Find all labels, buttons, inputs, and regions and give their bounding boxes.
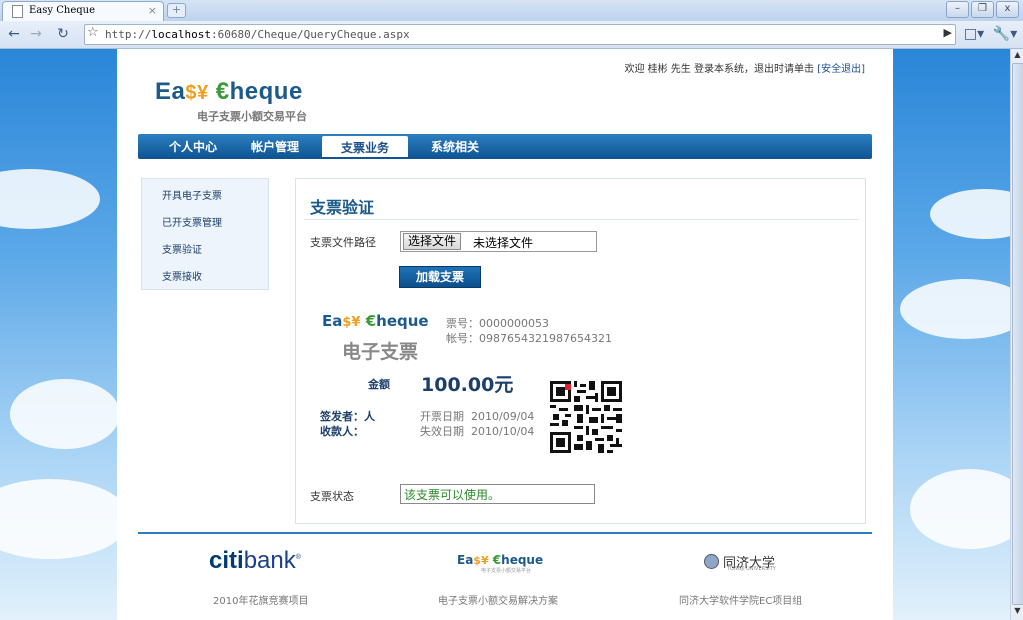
page-content: 欢迎 桂彬 先生 登录本系统，退出时请单击 [安全退出] Ea$¥ €heque… <box>117 49 893 620</box>
panel-title: 支票验证 <box>310 198 375 217</box>
forward-icon[interactable]: → <box>27 25 45 43</box>
payee-label: 收款人： <box>320 425 364 438</box>
back-icon[interactable]: ← <box>5 25 23 43</box>
welcome-text: 欢迎 桂彬 先生 登录本系统，退出时请单击 [安全退出] <box>624 60 865 75</box>
browser-titlebar: Easy Cheque × + – ❐ x <box>0 0 1023 22</box>
cheque-status-field[interactable]: 该支票可以使用。 <box>400 484 595 504</box>
load-cheque-button[interactable]: 加载支票 <box>399 266 481 288</box>
main-nav: 个人中心 帐户管理 支票业务 系统相关 <box>138 134 872 159</box>
background-cloud <box>930 189 1010 239</box>
tab-close-icon[interactable]: × <box>148 4 157 17</box>
scrollbar-thumb[interactable] <box>1012 63 1023 605</box>
sidebar-item-issued-cheques[interactable]: 已开支票管理 <box>162 214 222 229</box>
sidebar-item-verify-cheque[interactable]: 支票验证 <box>162 241 202 256</box>
scroll-up-icon[interactable]: ▲ <box>1011 50 1023 62</box>
background-cloud <box>0 479 130 559</box>
background-cloud <box>0 169 100 229</box>
scroll-down-icon[interactable]: ▼ <box>1011 606 1023 618</box>
footer-easycheque-logo: Ea$¥ €heque <box>457 553 544 567</box>
issue-date: 开票日期 2010/09/04 <box>420 410 535 423</box>
file-status-text: 未选择文件 <box>473 236 534 250</box>
new-tab-button[interactable]: + <box>167 3 186 18</box>
wrench-menu-icon[interactable]: 🔧▾ <box>992 25 1018 43</box>
cheque-title: 电子支票 <box>342 341 419 363</box>
address-bar[interactable]: ☆ http://localhost:60680/Cheque/QueryChe… <box>84 24 956 45</box>
cheque-file-input[interactable]: 选择文件 未选择文件 <box>400 231 597 252</box>
reload-icon[interactable]: ↻ <box>54 25 72 43</box>
citibank-logo: citibank® <box>209 547 301 574</box>
bookmark-star-icon[interactable]: ☆ <box>87 25 99 40</box>
page-viewport: 欢迎 桂彬 先生 登录本系统，退出时请单击 [安全退出] Ea$¥ €heque… <box>0 49 1010 620</box>
nav-personal-center[interactable]: 个人中心 <box>169 138 217 155</box>
qr-code-image <box>550 381 622 453</box>
vertical-scrollbar[interactable]: ▲ ▼ <box>1010 49 1023 620</box>
tongji-caption: 同济大学软件学院EC项目组 <box>679 596 803 607</box>
amount-value: 100.00元 <box>421 374 514 396</box>
cheque-account: 帐号：0987654321987654321 <box>446 332 612 345</box>
issuer-label: 签发者：人 <box>320 410 375 423</box>
cheque-number: 票号：0000000053 <box>446 317 549 330</box>
sidebar-item-issue-cheque[interactable]: 开具电子支票 <box>162 187 222 202</box>
nav-cheque-business[interactable]: 支票业务 <box>322 136 409 157</box>
background-cloud <box>900 279 1010 339</box>
footer-divider <box>138 532 872 534</box>
tongji-subtitle: TONGJI UNIVERSITY <box>727 566 776 572</box>
choose-file-button[interactable]: 选择文件 <box>403 233 462 250</box>
logout-link[interactable]: [安全退出] <box>817 64 865 75</box>
sidebar-item-receive-cheque[interactable]: 支票接收 <box>162 268 202 283</box>
status-label: 支票状态 <box>310 490 354 503</box>
sidebar: 开具电子支票 已开支票管理 支票验证 支票接收 <box>141 178 269 290</box>
url-text: http://localhost:60680/Cheque/QueryChequ… <box>105 28 410 41</box>
background-cloud <box>910 469 1010 549</box>
welcome-message: 欢迎 桂彬 先生 登录本系统，退出时请单击 <box>624 64 814 75</box>
page-menu-icon[interactable]: □▾ <box>962 25 986 43</box>
background-cloud <box>10 379 120 449</box>
page-icon <box>12 5 23 18</box>
nav-account-management[interactable]: 帐户管理 <box>251 138 299 155</box>
cheque-logo: Ea$¥ €heque <box>322 312 429 330</box>
logo-subtitle: 电子支票小额交易平台 <box>197 110 307 123</box>
browser-toolbar: ← → ↻ ☆ http://localhost:60680/Cheque/Qu… <box>0 21 1023 49</box>
tab-title: Easy Cheque <box>29 5 95 16</box>
easycheque-caption: 电子支票小额交易解决方案 <box>438 596 558 607</box>
minimize-button[interactable]: – <box>946 1 969 18</box>
file-path-label: 支票文件路径 <box>310 236 376 249</box>
footer-easycheque-subtitle: 电子支票小额交易平台 <box>481 568 532 574</box>
tongji-seal-icon <box>704 554 719 569</box>
nav-system[interactable]: 系统相关 <box>431 138 479 155</box>
close-window-button[interactable]: x <box>996 1 1019 18</box>
window-controls: – ❐ x <box>946 1 1019 18</box>
verify-panel: 支票验证 支票文件路径 选择文件 未选择文件 加载支票 Ea$¥ €heque … <box>295 178 866 524</box>
site-logo[interactable]: Ea$¥ €heque <box>155 78 303 106</box>
amount-label: 金额 <box>368 378 390 391</box>
go-icon[interactable]: ▶ <box>944 26 952 39</box>
restore-button[interactable]: ❐ <box>971 1 994 18</box>
expiry-date: 失效日期 2010/10/04 <box>420 425 535 438</box>
citi-caption: 2010年花旗竞赛项目 <box>213 596 309 607</box>
browser-tab[interactable]: Easy Cheque × <box>2 1 164 22</box>
title-divider <box>304 219 859 220</box>
